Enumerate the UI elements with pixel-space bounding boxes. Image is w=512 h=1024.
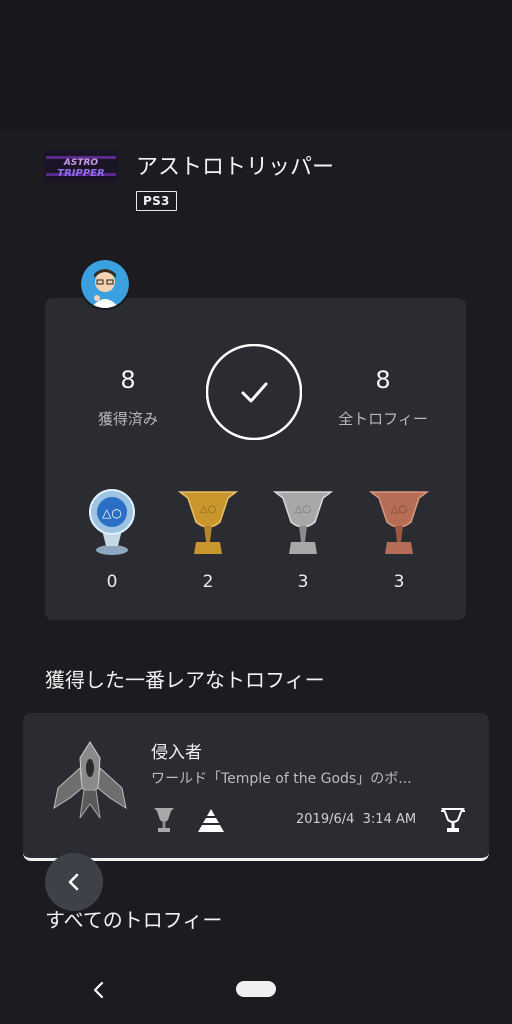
platinum-count: 0 [106, 572, 118, 592]
svg-text:△○: △○ [391, 504, 407, 515]
nav-home-button[interactable] [236, 981, 276, 997]
rarest-trophy-description: ワールド「Temple of the Gods」のボ... [151, 771, 412, 787]
rarity-pyramid-icon [198, 809, 224, 832]
gold-count: 2 [202, 572, 214, 592]
trophy-icon [441, 808, 465, 832]
chevron-left-icon [68, 873, 79, 891]
svg-text:TRIPPER: TRIPPER [57, 168, 104, 179]
nav-back-icon[interactable] [88, 978, 108, 1002]
svg-text:△○: △○ [200, 504, 216, 515]
earned-label: 獲得済み [97, 410, 158, 428]
app-bar [0, 0, 512, 130]
earned-date: 2019/6/4 [296, 812, 355, 827]
silver-count: 3 [297, 572, 309, 592]
bronze-count: 3 [393, 572, 405, 592]
back-button[interactable] [45, 853, 103, 911]
rarest-trophy-name: 侵入者 [151, 743, 202, 763]
completion-ring [206, 344, 302, 440]
bronze-trophy-icon: △○ [368, 491, 430, 554]
avatar-image [81, 260, 129, 308]
svg-text:△○: △○ [102, 506, 122, 520]
check-icon [241, 382, 268, 403]
rarest-section-title: 獲得した一番レアなトロフィー [45, 668, 325, 692]
game-title: アストロトリッパー [136, 155, 335, 180]
earned-time: 3:14 AM [362, 812, 417, 827]
svg-text:ASTRO: ASTRO [63, 158, 99, 168]
platform-badge: PS3 [136, 191, 177, 211]
gold-trophy-icon: △○ [177, 491, 239, 554]
rarest-trophy-image [53, 741, 127, 819]
total-count: 8 [375, 366, 391, 394]
avatar[interactable] [79, 258, 131, 310]
total-label: 全トロフィー [338, 410, 428, 428]
game-logo: ASTRO TRIPPER [44, 150, 118, 182]
earned-count: 8 [120, 366, 136, 394]
silver-trophy-icon [154, 808, 174, 832]
silver-trophy-icon: △○ [272, 491, 334, 554]
rarest-trophy-earned-date: 2019/6/4 3:14 AM [296, 812, 416, 827]
platinum-trophy-icon: △○ [89, 489, 135, 555]
svg-text:△○: △○ [295, 504, 311, 515]
